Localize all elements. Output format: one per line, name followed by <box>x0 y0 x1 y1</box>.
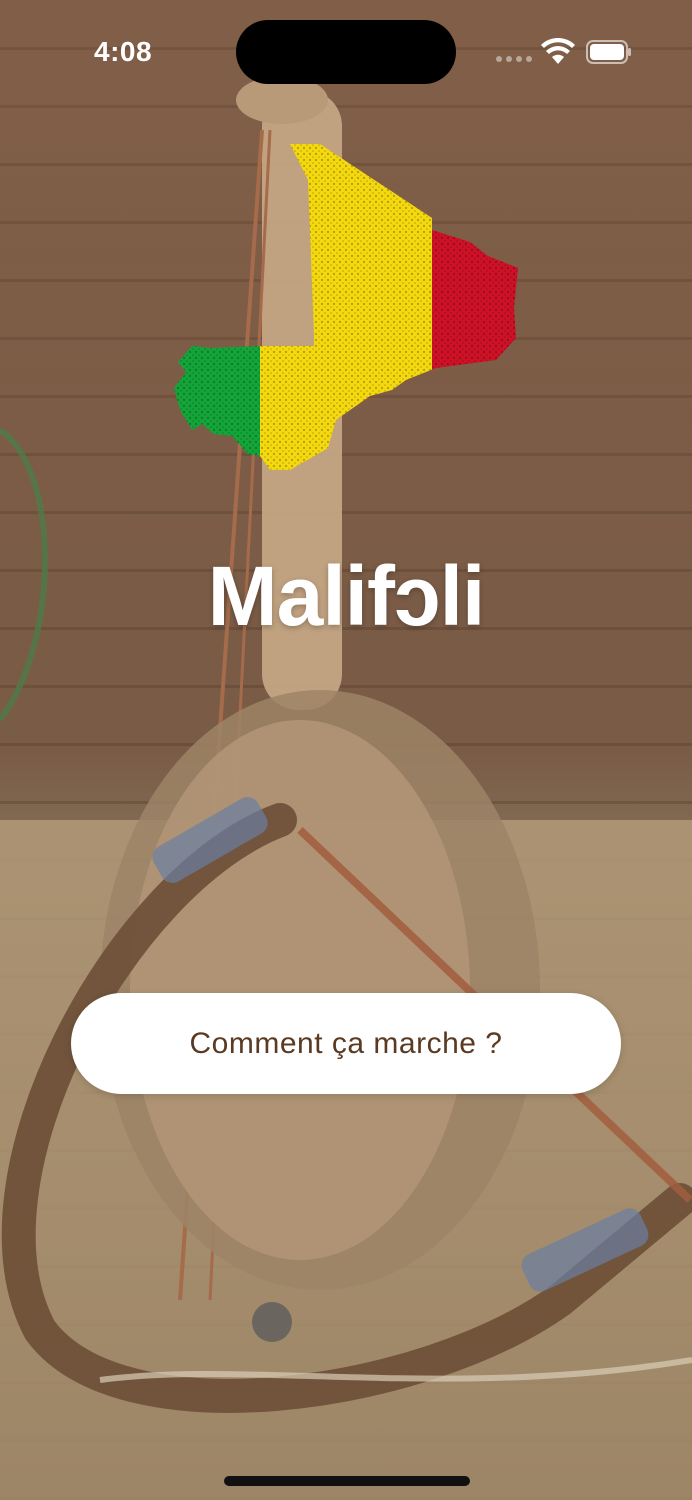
how-it-works-button[interactable]: Comment ça marche ? <box>71 993 621 1094</box>
status-time: 4:08 <box>94 36 153 67</box>
wifi-icon <box>541 38 575 64</box>
battery-icon <box>586 40 631 64</box>
cellular-signal-icon <box>496 56 532 62</box>
home-indicator[interactable] <box>224 1476 470 1486</box>
mali-flag-map-icon <box>174 144 518 470</box>
app-title: Malifɔli <box>207 549 486 643</box>
dynamic-island <box>236 20 456 84</box>
status-bar: 4:08 <box>0 0 692 100</box>
